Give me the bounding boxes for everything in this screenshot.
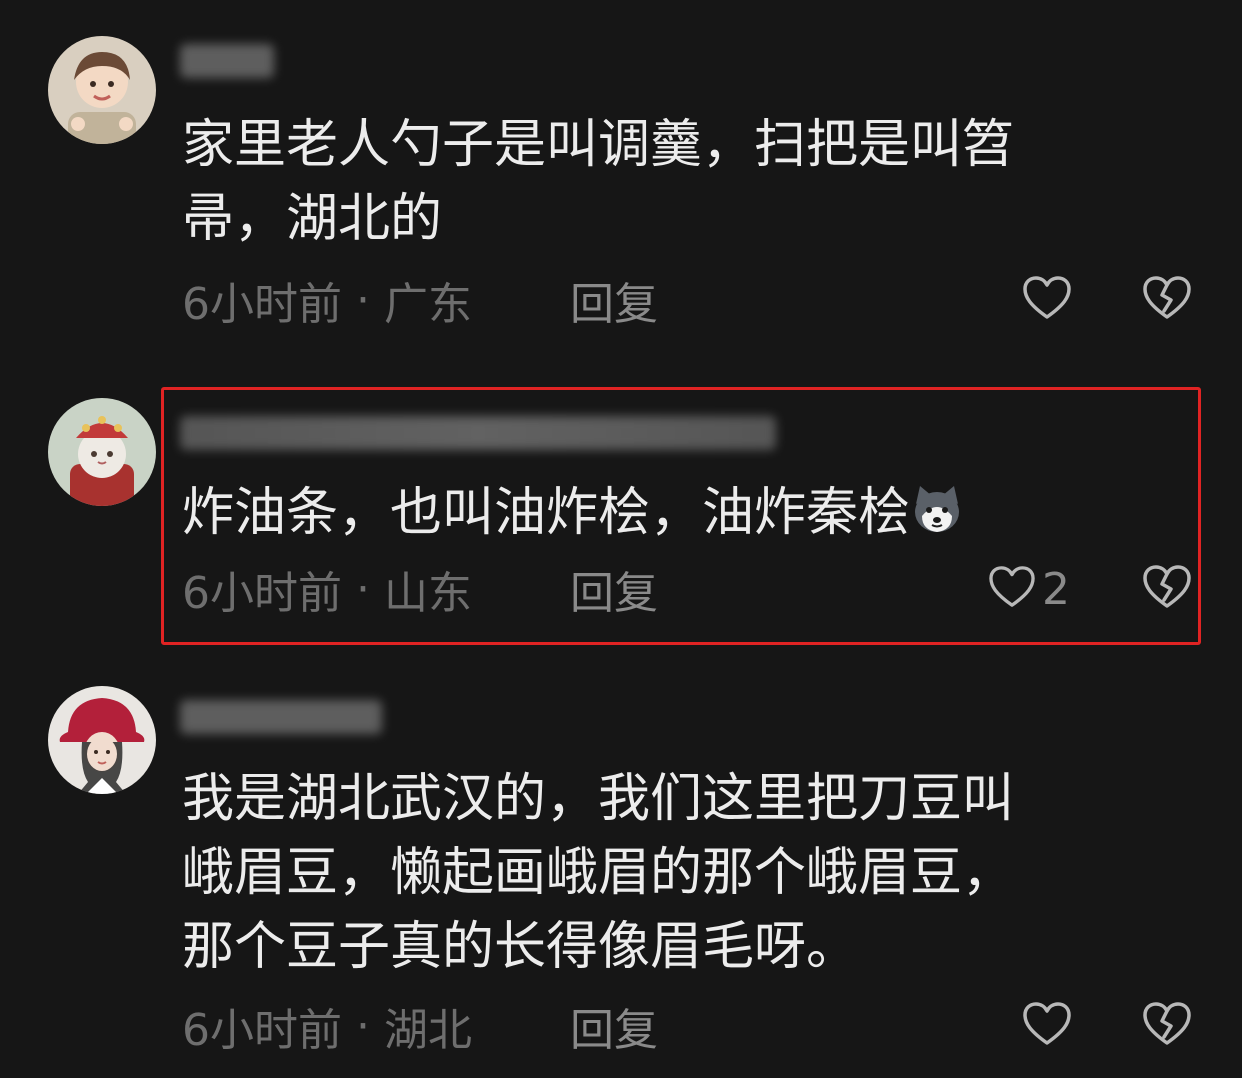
avatar[interactable] bbox=[48, 398, 156, 506]
broken-heart-icon bbox=[1142, 275, 1192, 325]
dislike-button[interactable] bbox=[1142, 561, 1192, 617]
like-button[interactable]: 2 bbox=[988, 561, 1070, 617]
comment-meta: 6小时前 · 山东 bbox=[182, 561, 472, 620]
comment-time: 6小时前 bbox=[182, 568, 342, 619]
comment-location: 山东 bbox=[384, 568, 472, 619]
comment-text: 炸油条，也叫油炸桧，油炸秦桧 bbox=[182, 476, 964, 550]
comment-location: 广东 bbox=[384, 279, 472, 330]
comment-meta: 6小时前 · 广东 bbox=[182, 272, 472, 331]
comment-time: 6小时前 bbox=[182, 279, 342, 330]
avatar[interactable] bbox=[48, 36, 156, 144]
username-blurred[interactable] bbox=[180, 416, 776, 450]
dislike-button[interactable] bbox=[1142, 272, 1192, 328]
comment-time: 6小时前 bbox=[182, 1005, 342, 1056]
comment-meta: 6小时前 · 湖北 bbox=[182, 998, 472, 1057]
avatar[interactable] bbox=[48, 686, 156, 794]
meta-separator: · bbox=[356, 1000, 370, 1052]
broken-heart-icon bbox=[1142, 564, 1192, 614]
meta-separator: · bbox=[356, 274, 370, 326]
reply-button[interactable]: 回复 bbox=[570, 272, 658, 330]
like-button[interactable] bbox=[1022, 272, 1072, 328]
username-blurred[interactable] bbox=[180, 700, 382, 734]
comment-text-body: 炸油条，也叫油炸桧，油炸秦桧 bbox=[182, 483, 911, 543]
heart-outline-icon bbox=[988, 565, 1036, 613]
husky-dog-emoji-icon bbox=[910, 482, 964, 536]
comment-text: 家里老人勺子是叫调羹，扫把是叫笤 帚，湖北的 bbox=[182, 115, 1015, 249]
broken-heart-icon bbox=[1142, 1001, 1192, 1051]
like-count: 2 bbox=[1042, 563, 1070, 615]
comment-location: 湖北 bbox=[384, 1005, 472, 1056]
dislike-button[interactable] bbox=[1142, 998, 1192, 1054]
username-blurred[interactable] bbox=[180, 44, 274, 78]
comment-text: 我是湖北武汉的，我们这里把刀豆叫 峨眉豆，懒起画峨眉的那个峨眉豆， 那个豆子真的… bbox=[182, 769, 1015, 977]
heart-outline-icon bbox=[1022, 275, 1072, 325]
like-button[interactable] bbox=[1022, 998, 1072, 1054]
heart-outline-icon bbox=[1022, 1001, 1072, 1051]
reply-button[interactable]: 回复 bbox=[570, 998, 658, 1056]
reply-button[interactable]: 回复 bbox=[570, 561, 658, 619]
meta-separator: · bbox=[356, 563, 370, 615]
